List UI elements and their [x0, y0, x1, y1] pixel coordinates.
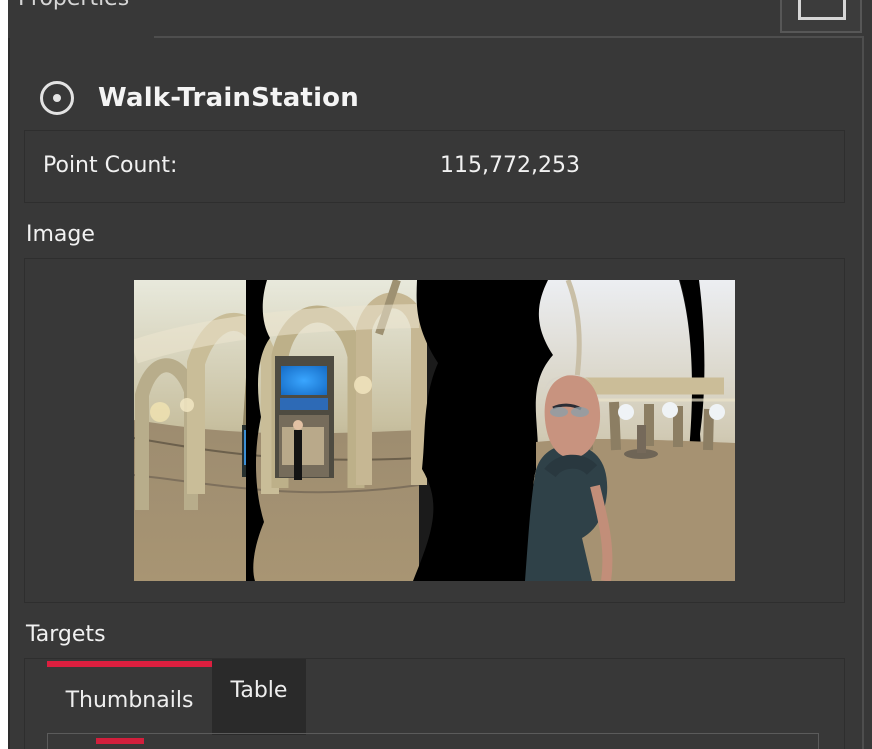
target-icon: [40, 81, 74, 115]
target-thumbnail-hint: [96, 738, 144, 744]
panel-left-border: [8, 0, 10, 749]
targets-section-label: Targets: [26, 622, 106, 647]
window-restore-button[interactable]: [780, 0, 862, 33]
image-box: [24, 258, 845, 603]
properties-panel: Properties Walk-TrainStation Point Count…: [8, 0, 872, 749]
panel-right-border: [862, 37, 864, 749]
window-restore-icon: [798, 0, 846, 20]
panel-title-tab[interactable]: Properties: [8, 0, 154, 38]
image-section-label: Image: [26, 222, 95, 247]
properties-screenshot: Properties Walk-TrainStation Point Count…: [0, 0, 872, 749]
tab-thumbnails[interactable]: Thumbnails: [47, 659, 212, 735]
panel-title-divider: [154, 36, 864, 38]
point-count-label: Point Count:: [43, 153, 178, 178]
point-count-value: 115,772,253: [440, 153, 580, 178]
scan-name: Walk-TrainStation: [98, 83, 359, 113]
panel-title: Properties: [18, 0, 129, 12]
tab-thumbnails-label: Thumbnails: [65, 688, 194, 713]
targets-box: Thumbnails Table: [24, 658, 845, 749]
panoramic-train-station-image[interactable]: [134, 280, 735, 581]
scan-header: Walk-TrainStation: [40, 78, 359, 118]
targets-tab-content: [47, 733, 819, 749]
scan-info-box: Point Count: 115,772,253: [24, 130, 845, 203]
tab-table-label: Table: [230, 678, 288, 703]
tab-table[interactable]: Table: [212, 659, 306, 735]
targets-tab-strip: Thumbnails Table: [47, 659, 306, 735]
